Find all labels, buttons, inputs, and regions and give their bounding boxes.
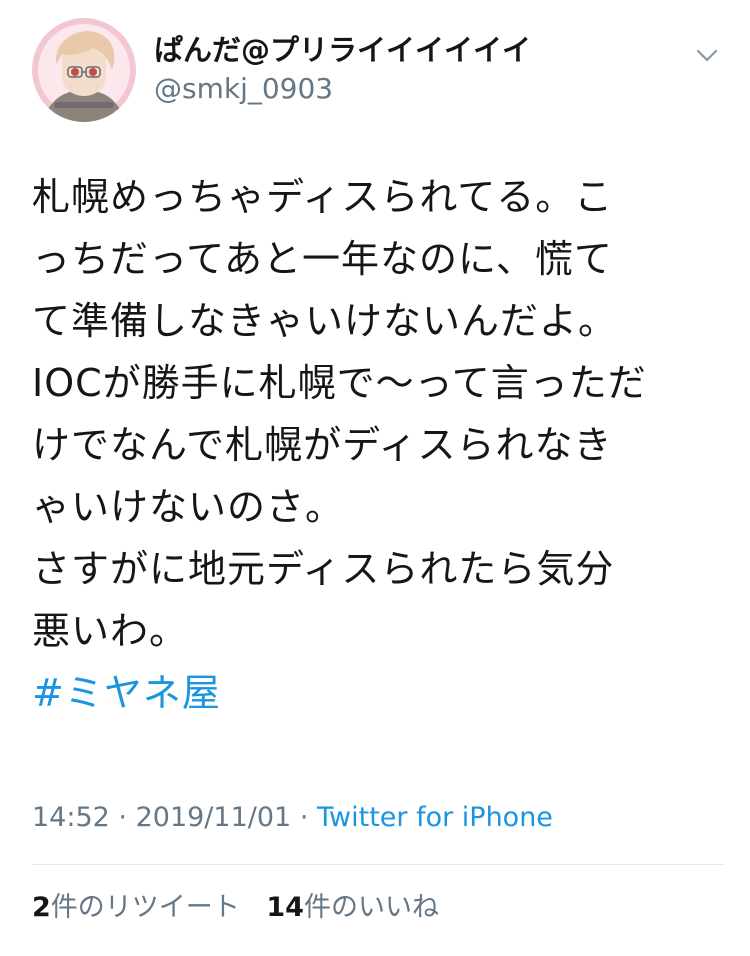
tweet-text-line: っちだってあと一年なのに、慌て (32, 237, 613, 281)
display-name[interactable]: ぱんだ@プリライイイイイイ (154, 32, 531, 68)
retweets-stat[interactable]: 2件のリツイート (32, 892, 240, 923)
tweet-text-line: けでなんで札幌がディスられなき (32, 423, 613, 467)
retweets-label: 件のリツイート (50, 892, 240, 923)
meta-separator: · (118, 802, 127, 833)
tweet-text-line: IOCが勝手に札幌で〜って言っただ (32, 361, 647, 405)
tweet-time[interactable]: 14:52 (32, 802, 110, 833)
likes-stat[interactable]: 14件のいいね (266, 892, 439, 923)
tweet-text-line: ゃいけないのさ。 (32, 485, 345, 529)
user-handle[interactable]: @smkj_0903 (154, 70, 531, 108)
tweet-text: 札幌めっちゃディスられてる。こ っちだってあと一年なのに、慌て て準備しなきゃい… (32, 166, 722, 724)
retweets-count: 2 (32, 892, 51, 923)
hashtag-link[interactable]: #ミヤネ屋 (32, 662, 722, 724)
likes-label: 件のいいね (303, 892, 439, 923)
tweet-text-line: 悪いわ。 (32, 609, 189, 653)
tweet-source-link[interactable]: Twitter for iPhone (317, 802, 553, 833)
author-names: ぱんだ@プリライイイイイイ @smkj_0903 (154, 32, 531, 108)
tweet-meta: 14:52 · 2019/11/01 · Twitter for iPhone (32, 798, 553, 838)
meta-separator: · (299, 802, 309, 833)
tweet-header: ぱんだ@プリライイイイイイ @smkj_0903 (32, 18, 722, 128)
tweet-date[interactable]: 2019/11/01 (136, 802, 292, 833)
avatar[interactable] (32, 18, 136, 122)
chevron-down-icon[interactable] (692, 40, 722, 70)
likes-count: 14 (266, 892, 304, 923)
avatar-illustration-icon (32, 18, 136, 122)
tweet-text-line: て準備しなきゃいけないんだよ。 (32, 299, 618, 343)
divider (32, 864, 724, 865)
tweet-stats: 2件のリツイート 14件のいいね (32, 888, 457, 928)
tweet-text-line: さすがに地元ディスられたら気分 (32, 547, 615, 591)
tweet-text-line: 札幌めっちゃディスられてる。こ (32, 175, 614, 219)
